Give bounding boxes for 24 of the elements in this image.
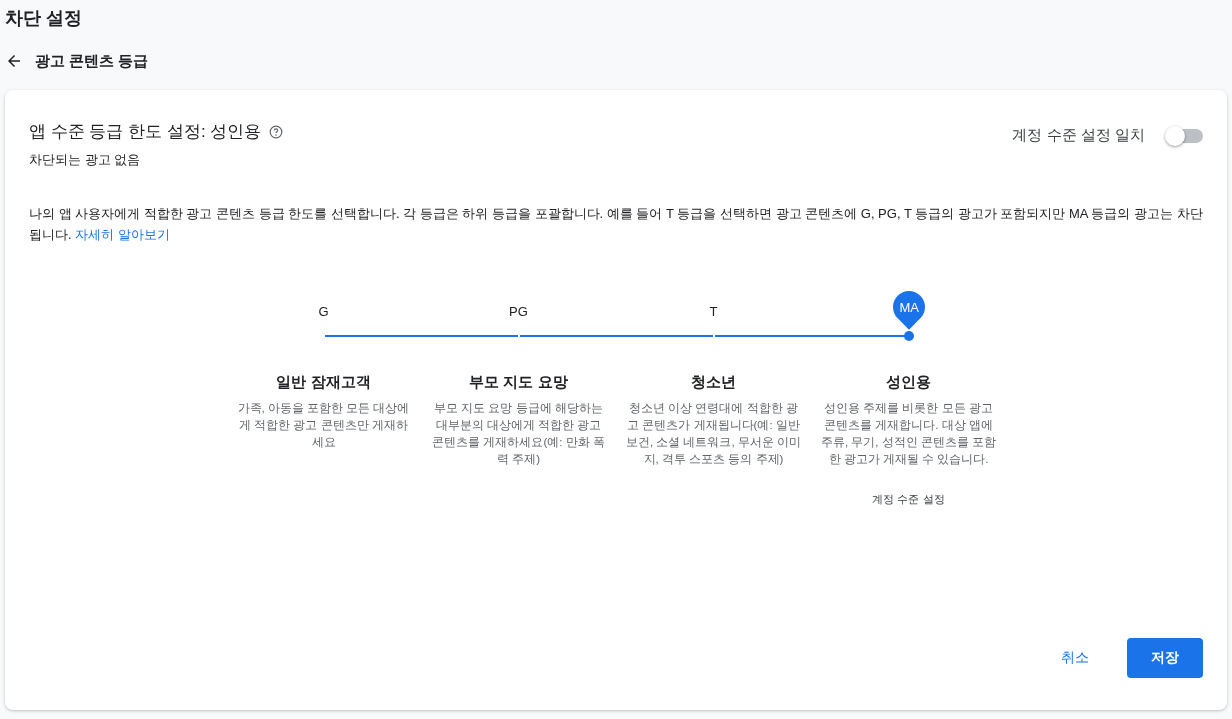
tier-description: 성인용 주제를 비롯한 모든 광고 콘텐츠를 게재합니다. 대상 앱에 주류, 무기, 성적인 콘텐츠를 포함한 광고가 게재될 수 있습니다. — [819, 401, 998, 467]
level-label[interactable]: T — [709, 304, 718, 327]
tier-description: 가족, 아동을 포함한 모든 대상에게 적합한 광고 콘텐츠만 게재하세요 — [236, 401, 411, 450]
toggle-label: 계정 수준 설정 일치 — [1012, 126, 1145, 145]
tier-title: 부모 지도 요망 — [469, 373, 568, 392]
tier-description: 부모 지도 요망 등급에 해당하는 대부분의 대상에게 적합한 광고 콘텐츠를 게재하세요(예: 만화 폭력 주제) — [431, 401, 606, 467]
page-title: 차단 설정 — [5, 7, 83, 30]
toggle-switch[interactable] — [1167, 128, 1203, 143]
tier-description: 청소년 이상 연령대에 적합한 광고 콘텐츠가 게재됩니다(예: 일반 보건, 소셜 네트워크, 무서운 이미지, 격투 스포츠 등의 주제) — [624, 401, 803, 467]
learn-more-link[interactable]: 자세히 알아보기 — [75, 227, 170, 242]
section-title: 광고 콘텐츠 등급 — [35, 51, 149, 71]
tier-note: 계정 수준 설정 — [872, 492, 945, 507]
tier-title: 일반 잠재고객 — [276, 373, 371, 392]
cancel-button[interactable]: 취소 — [1037, 638, 1113, 678]
description-text: 나의 앱 사용자에게 적합한 광고 콘텐츠 등급 한도를 선택합니다. 각 등급은 하위 등급을 포괄합니다. 예를 들어 T 등급을 선택하면 광고 콘텐츠에 G, PG, T 등급의 광고가 포함되지만 MA 등급의 광고는 차단됩니다. 자세히 알아보기 — [29, 205, 1203, 244]
tier-title: 청소년 — [691, 373, 736, 392]
save-button[interactable]: 저장 — [1127, 638, 1203, 678]
help-icon[interactable] — [269, 124, 284, 139]
level-label[interactable]: PG — [509, 304, 528, 327]
tier-title: 성인용 — [886, 373, 931, 392]
level-label[interactable]: G — [318, 304, 329, 327]
card-subheading: 차단되는 광고 없음 — [29, 151, 142, 169]
card-heading: 앱 수준 등급 한도 설정: 성인용 — [29, 121, 262, 143]
slider-thumb[interactable] — [903, 331, 914, 341]
